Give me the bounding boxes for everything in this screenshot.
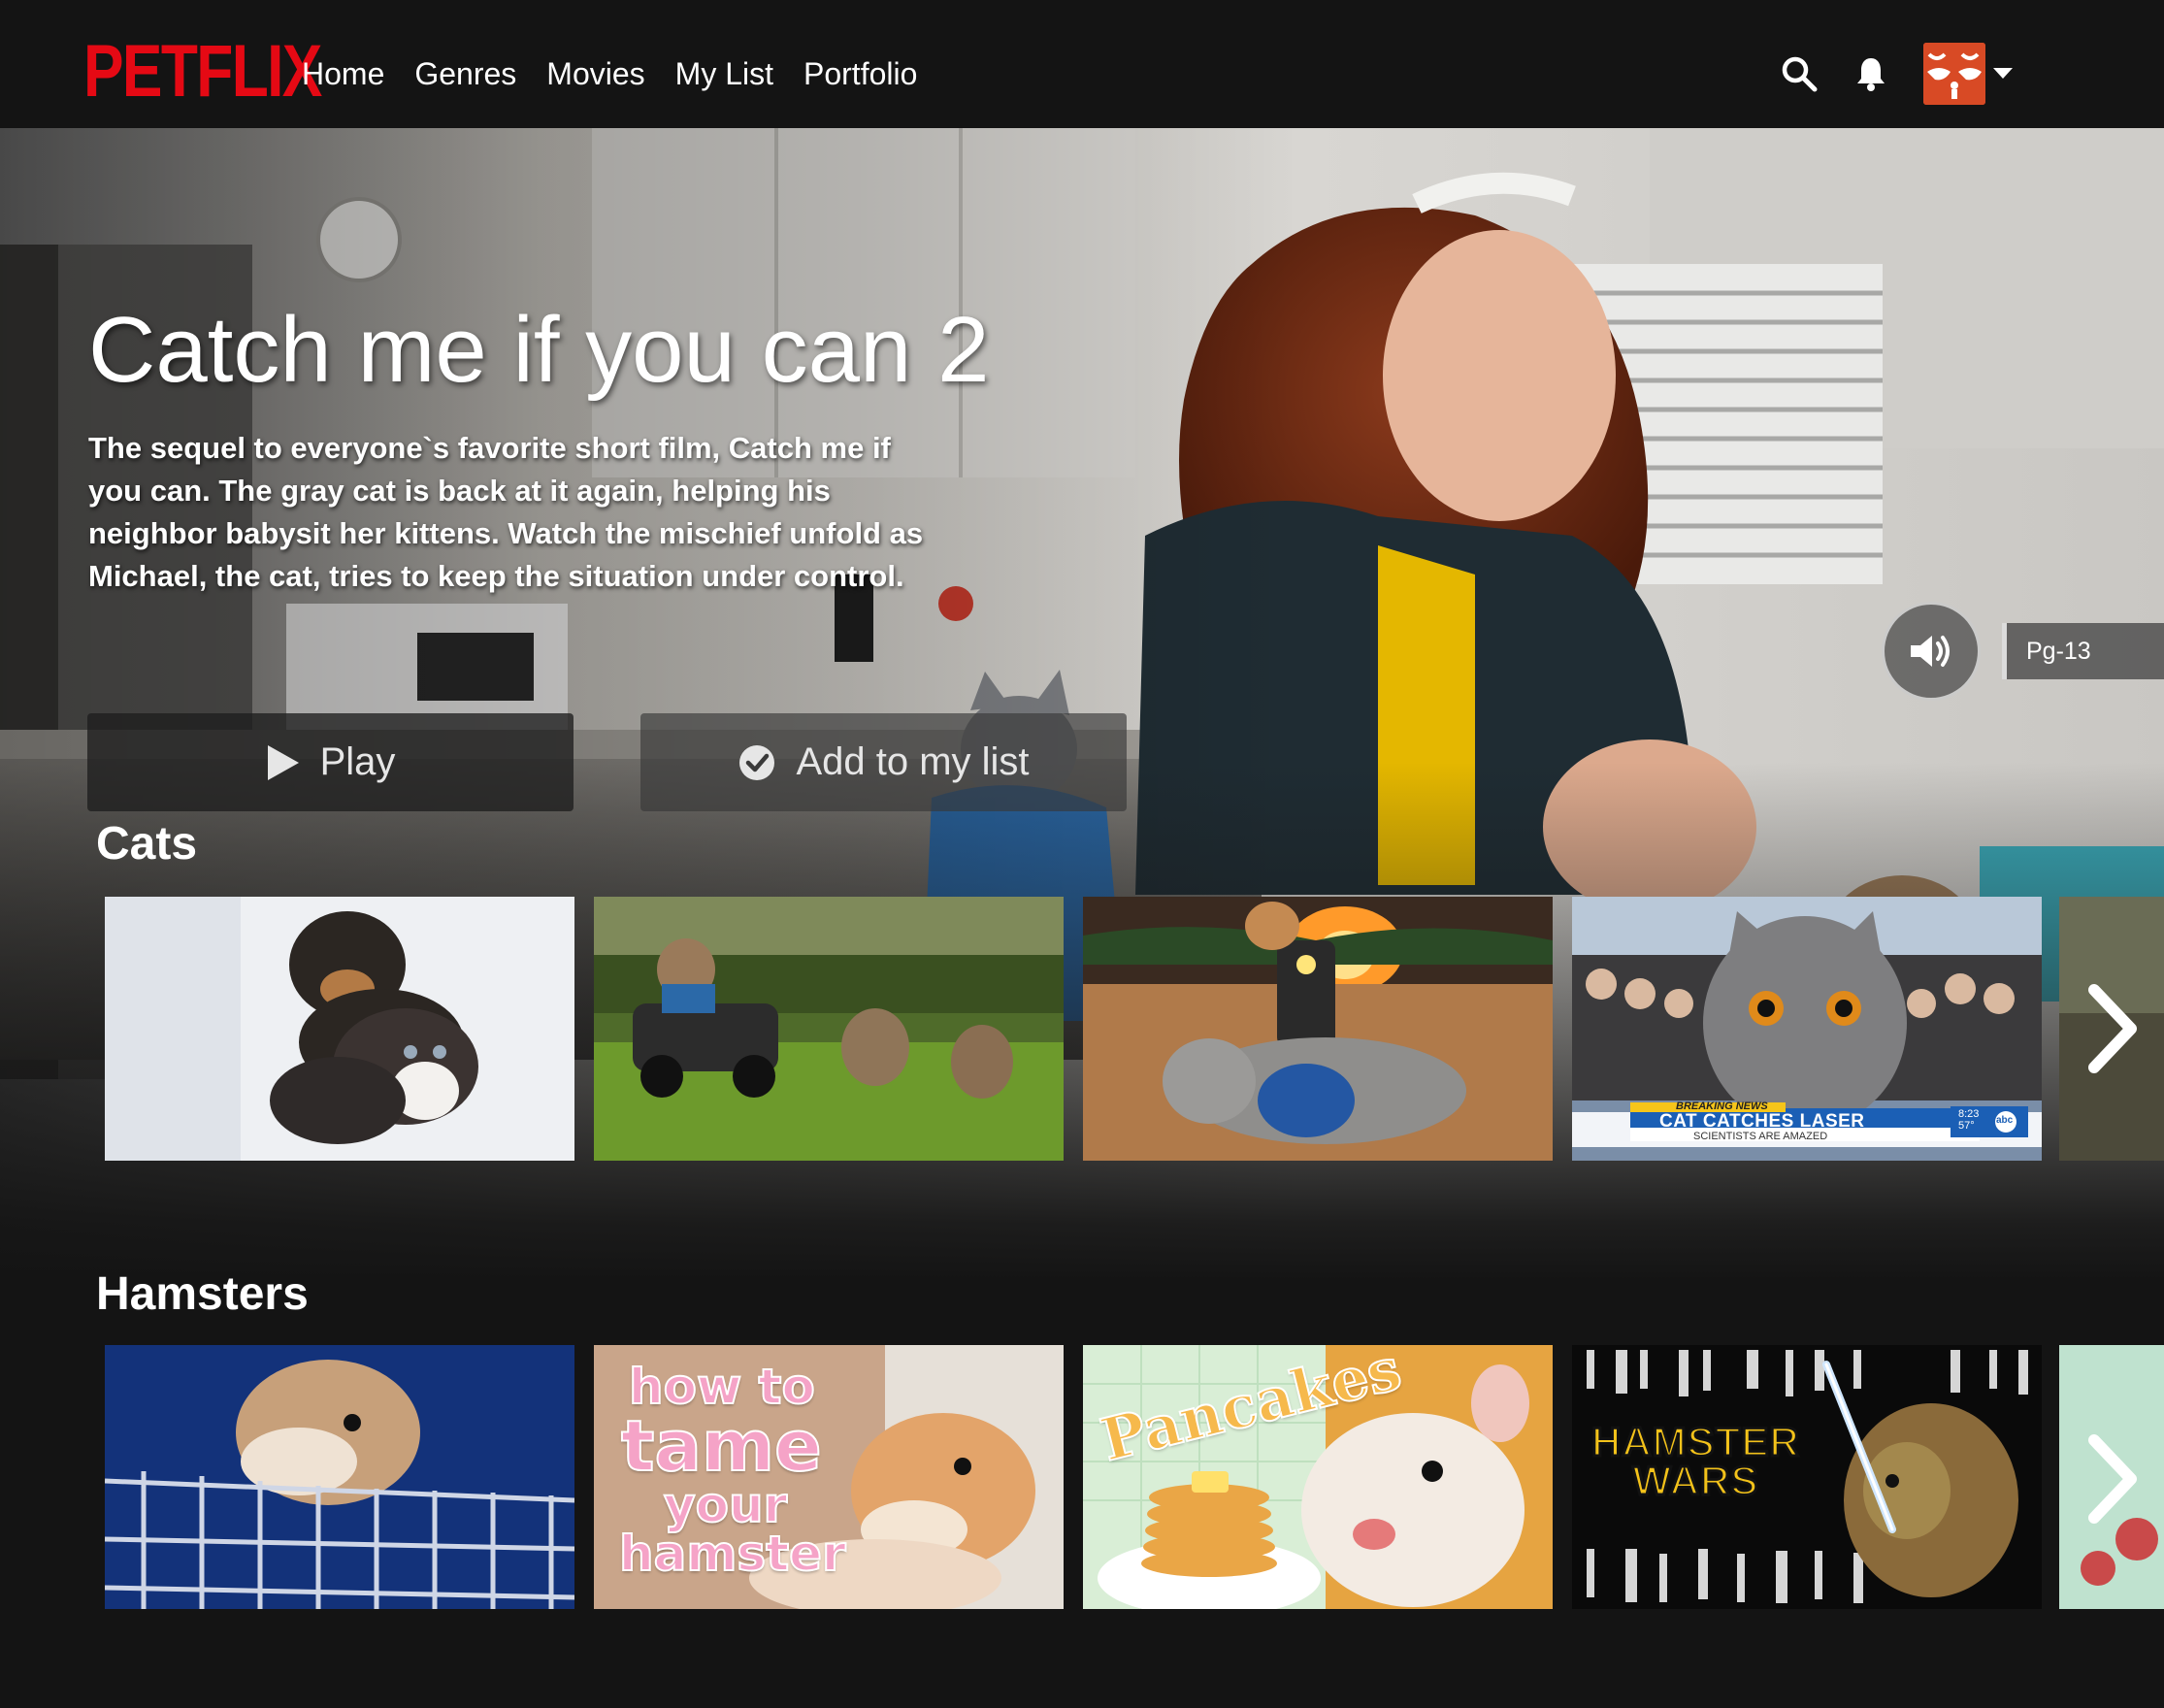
volume-toggle-button[interactable] [1882, 602, 1981, 701]
overlay-line-2: tame [620, 1405, 823, 1487]
nav-link-home[interactable]: Home [302, 54, 384, 93]
chevron-right-icon[interactable] [2077, 980, 2145, 1077]
nav-links: Home Genres Movies My List Portfolio [302, 54, 917, 93]
tile-cat-with-toy-train[interactable] [1083, 897, 1553, 1161]
ticker-temperature: 57° [1958, 1120, 1975, 1132]
cat-with-toy-train-thumbnail [1083, 897, 1553, 1161]
overlay-line-4: hamster [618, 1526, 847, 1582]
chevron-right-icon[interactable] [2077, 1430, 2145, 1527]
cats-chasing-rc-car-thumbnail [594, 897, 1064, 1161]
check-circle-icon [739, 744, 775, 780]
speaker-icon [1911, 636, 1950, 667]
nav-link-genres[interactable]: Genres [414, 54, 516, 93]
play-icon [267, 744, 299, 780]
play-button[interactable]: Play [87, 713, 574, 811]
tile-hamster-pancakes[interactable]: Pancakes [1083, 1345, 1553, 1609]
overlay-line-1: HAMSTER [1590, 1419, 1801, 1464]
add-to-my-list-button[interactable]: Add to my list [640, 713, 1127, 811]
maturity-rating-badge: Pg-13 [2002, 623, 2164, 679]
chevron-down-icon[interactable] [1993, 68, 2013, 79]
puppy-and-kitten-thumbnail [105, 897, 574, 1161]
play-button-label: Play [319, 740, 396, 783]
tile-hamster-wars[interactable]: HAMSTER WARS [1572, 1345, 2042, 1609]
overlay-line-3: your [663, 1477, 788, 1533]
hero-title: Catch me if you can 2 [88, 298, 990, 402]
avatar-face-icon [1923, 43, 1985, 105]
hamster-in-cage-thumbnail [105, 1345, 574, 1609]
row-title-cats: Cats [96, 818, 198, 870]
ticker-network-logo: abc [1996, 1115, 2014, 1126]
nav-link-movies[interactable]: Movies [546, 54, 644, 93]
avatar[interactable] [1923, 43, 1985, 105]
row-title-hamsters: Hamsters [96, 1268, 309, 1320]
ticker-subheadline: SCIENTISTS ARE AMAZED [1693, 1131, 1828, 1142]
hamster-wars-title-overlay: HAMSTER WARS [1590, 1419, 1801, 1503]
nav-link-portfolio[interactable]: Portfolio [803, 54, 917, 93]
overlay-line-2: WARS [1631, 1458, 1759, 1503]
row-hamsters: how to tame your hamster Pancakes HAMSTE… [105, 1345, 2164, 1609]
tile-cat-catches-laser[interactable]: BREAKING NEWS CAT CATCHES LASER SCIENTIS… [1572, 897, 2042, 1161]
tile-hamster-in-cage[interactable] [105, 1345, 574, 1609]
hero-description: The sequel to everyone`s favorite short … [88, 431, 924, 593]
top-navbar: PETFLIX Home Genres Movies My List Portf… [0, 0, 2164, 128]
nav-link-my-list[interactable]: My List [675, 54, 773, 93]
search-icon[interactable] [1780, 54, 1819, 93]
tile-cats-chasing-rc-car[interactable] [594, 897, 1064, 1161]
tile-how-to-tame-your-hamster[interactable]: how to tame your hamster [594, 1345, 1064, 1609]
bell-icon[interactable] [1852, 54, 1890, 93]
row-cats: BREAKING NEWS CAT CATCHES LASER SCIENTIS… [105, 897, 2164, 1161]
petflix-logo[interactable]: PETFLIX [83, 35, 322, 109]
add-to-my-list-label: Add to my list [796, 740, 1030, 783]
ticker-time: 8:23 [1958, 1108, 1980, 1120]
ticker-headline: CAT CATCHES LASER [1659, 1111, 1865, 1132]
tile-puppy-and-kitten[interactable] [105, 897, 574, 1161]
overlay-line-1: how to [628, 1359, 816, 1415]
tame-hamster-title-overlay: how to tame your hamster [618, 1359, 847, 1579]
